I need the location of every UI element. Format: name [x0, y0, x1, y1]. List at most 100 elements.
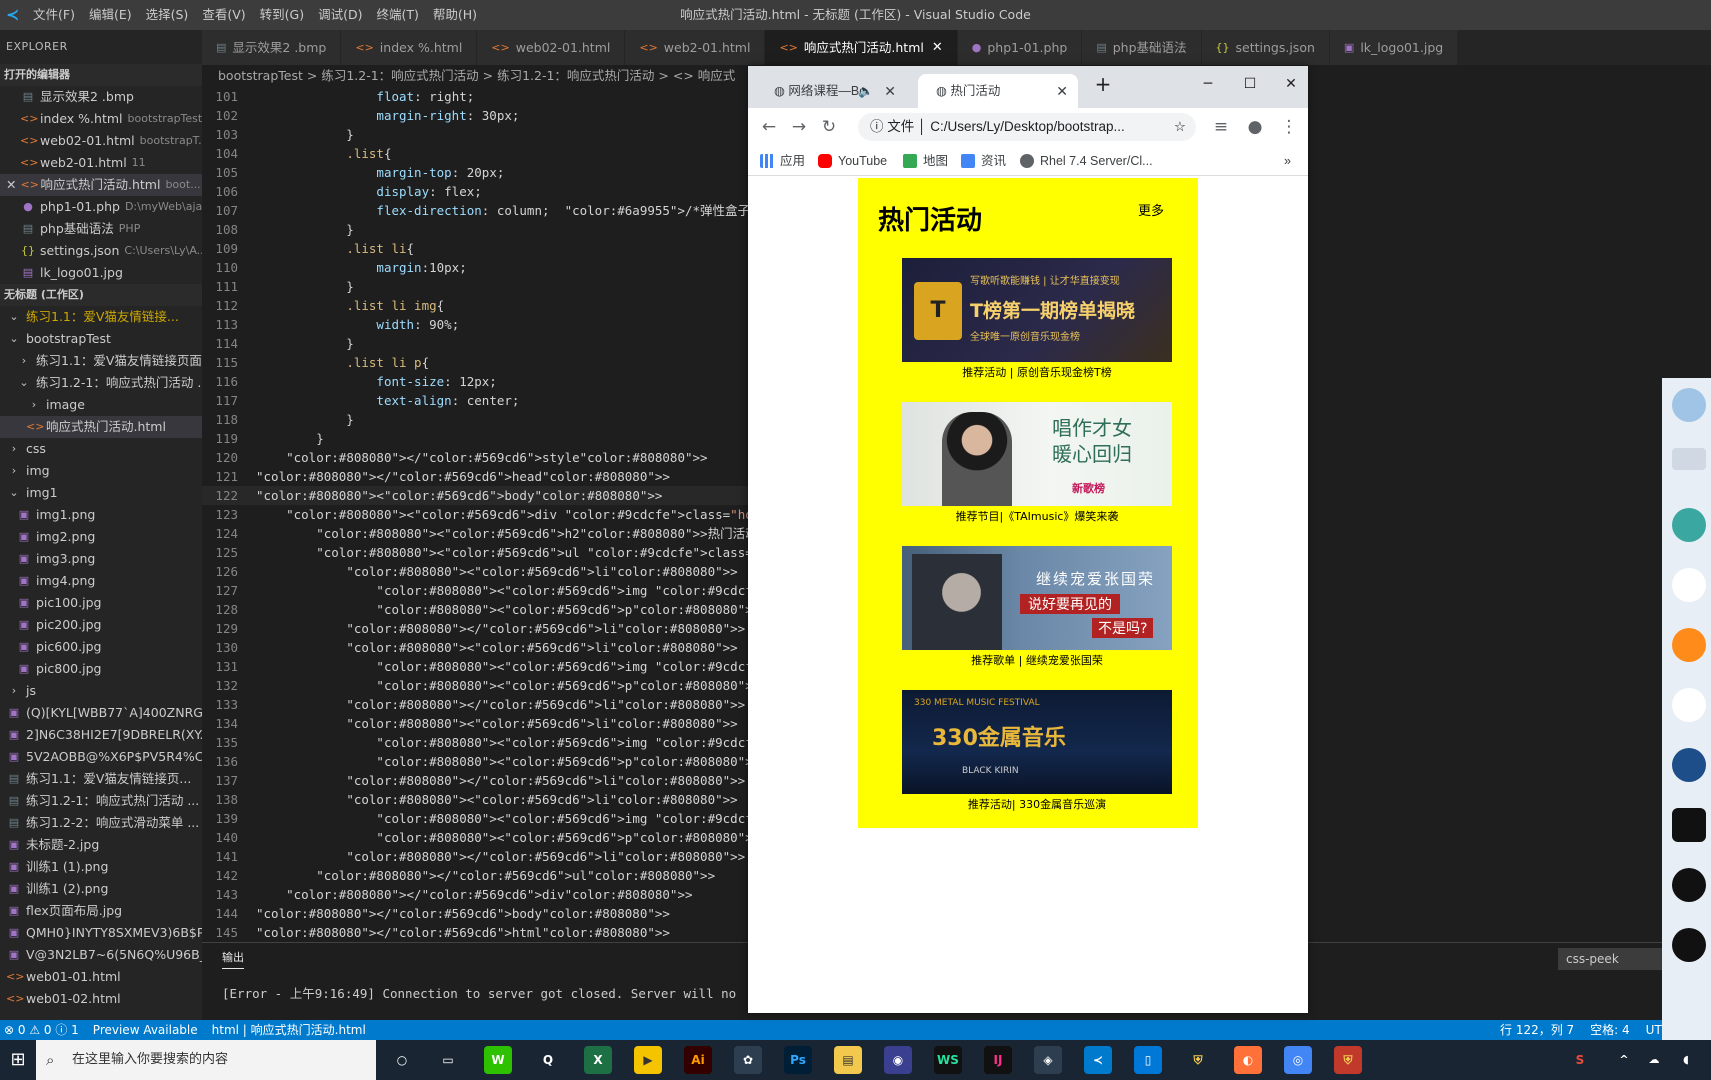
- more-bookmarks-icon[interactable]: »: [1284, 146, 1291, 176]
- code-line[interactable]: 143 "color:#808080"></"color:#569cd6">di…: [202, 885, 750, 904]
- code-line[interactable]: 127 "color:#808080"><"color:#569cd6">img…: [202, 581, 750, 600]
- eclipse-icon[interactable]: ◉: [884, 1046, 912, 1074]
- tree-item[interactable]: ▣ img1.png: [0, 504, 202, 526]
- open-editor-item[interactable]: ▤ php基础语法 PHP: [0, 218, 202, 240]
- app-icon[interactable]: ◈: [1034, 1046, 1062, 1074]
- browser-tab-hot[interactable]: ◍ 热门活动 ✕: [918, 74, 1078, 108]
- address-bar[interactable]: ⓘ 文件 │ C:/Users/Ly/Desktop/bootstrap... …: [858, 113, 1196, 141]
- code-line[interactable]: 117 text-align: center;: [202, 391, 750, 410]
- tree-item[interactable]: ⌄ 练习1.1：爱V猫友情链接...: [0, 306, 202, 328]
- profile-icon[interactable]: ●: [1242, 114, 1268, 140]
- tree-item[interactable]: › image: [0, 394, 202, 416]
- editor-tab[interactable]: ▤ 显示效果2 .bmp: [202, 30, 342, 65]
- tree-item[interactable]: ▣ (Q)[KYL[WBB77`A]400ZNRG....: [0, 702, 202, 724]
- open-editors-section[interactable]: 打开的编辑器: [0, 64, 202, 86]
- app-icon[interactable]: [1672, 928, 1706, 962]
- banner-image[interactable]: T 写歌听歌能赚钱 | 让才华直接变现 T榜第一期榜单揭晓 全球唯一原创音乐现金…: [902, 258, 1172, 362]
- code-line[interactable]: 120 "color:#808080"></"color:#569cd6">st…: [202, 448, 750, 467]
- code-line[interactable]: 133 "color:#808080"></"color:#569cd6">li…: [202, 695, 750, 714]
- app-icon[interactable]: [1672, 868, 1706, 902]
- photoshop-icon[interactable]: Ps: [784, 1046, 812, 1074]
- menu-help[interactable]: 帮助(H): [426, 0, 484, 30]
- editor-tab[interactable]: <> web02-01.html: [477, 30, 626, 65]
- output-tab[interactable]: 输出: [222, 949, 244, 969]
- tree-item[interactable]: ▣ pic800.jpg: [0, 658, 202, 680]
- code-line[interactable]: 139 "color:#808080"><"color:#569cd6">img…: [202, 809, 750, 828]
- player-icon[interactable]: ▶: [634, 1046, 662, 1074]
- vscode-icon[interactable]: ≺: [1084, 1046, 1112, 1074]
- editor-tab[interactable]: {} settings.json: [1201, 30, 1330, 65]
- code-line[interactable]: 121 "color:#808080"></"color:#569cd6">hea…: [202, 467, 750, 486]
- file-explorer-icon[interactable]: ▤: [834, 1046, 862, 1074]
- code-line[interactable]: 104 .list{: [202, 144, 750, 163]
- tree-item[interactable]: ▣ pic600.jpg: [0, 636, 202, 658]
- editor-tab[interactable]: ● php1-01.php: [957, 30, 1083, 65]
- star-icon[interactable]: ☆: [1174, 113, 1186, 141]
- taskbar-search-box[interactable]: ⌕ 在这里输入你要搜索的内容: [36, 1040, 376, 1080]
- speaker-icon[interactable]: [1672, 628, 1706, 662]
- tree-item[interactable]: ⌄ img1: [0, 482, 202, 504]
- close-tab-icon[interactable]: ✕: [1056, 74, 1068, 108]
- reload-button[interactable]: ↻: [816, 114, 842, 140]
- tray-volume-icon[interactable]: ◖: [1672, 1046, 1700, 1074]
- tree-item[interactable]: <> 响应式热门活动.html: [0, 416, 202, 438]
- code-line[interactable]: 134 "color:#808080"><"color:#569cd6">li"…: [202, 714, 750, 733]
- intellij-icon[interactable]: IJ: [984, 1046, 1012, 1074]
- cortana-icon[interactable]: ○: [388, 1046, 416, 1074]
- banner-image[interactable]: 继续宠爱张国荣 说好要再见的 不是吗?: [902, 546, 1172, 650]
- tree-item[interactable]: › css: [0, 438, 202, 460]
- code-line[interactable]: 137 "color:#808080"></"color:#569cd6">li…: [202, 771, 750, 790]
- code-line[interactable]: 102 margin-right: 30px;: [202, 106, 750, 125]
- editor-tab[interactable]: ▤ php基础语法: [1082, 30, 1202, 65]
- indentation-status[interactable]: 空格: 4: [1590, 1020, 1630, 1040]
- problems-indicator[interactable]: ⊗ 0 ⚠ 0 ⓘ 1: [4, 1020, 79, 1040]
- list-item[interactable]: 330 METAL MUSIC FESTIVAL 330金属音乐 BLACK K…: [902, 690, 1172, 812]
- code-line[interactable]: 131 "color:#808080"><"color:#569cd6">img…: [202, 657, 750, 676]
- more-link[interactable]: 更多: [1138, 200, 1164, 219]
- tree-item[interactable]: › js: [0, 680, 202, 702]
- code-line[interactable]: 123 "color:#808080"><"color:#569cd6">div…: [202, 505, 750, 524]
- tree-item[interactable]: ▣ img3.png: [0, 548, 202, 570]
- code-line[interactable]: 125 "color:#808080"><"color:#569cd6">ul …: [202, 543, 750, 562]
- tree-item[interactable]: ▤ 练习1.2-2：响应式滑动菜单 ...: [0, 812, 202, 834]
- tree-item[interactable]: ▣ 训练1 (1).png: [0, 856, 202, 878]
- code-line[interactable]: 101 float: right;: [202, 87, 750, 106]
- code-line[interactable]: 138 "color:#808080"><"color:#569cd6">li"…: [202, 790, 750, 809]
- code-line[interactable]: 109 .list li{: [202, 239, 750, 258]
- chrome-icon[interactable]: ◎: [1284, 1046, 1312, 1074]
- php-app-icon[interactable]: [1672, 748, 1706, 782]
- tree-item[interactable]: ▣ 训练1 (2).png: [0, 878, 202, 900]
- firefox-icon[interactable]: ◐: [1234, 1046, 1262, 1074]
- excel-icon[interactable]: X: [584, 1046, 612, 1074]
- tree-item[interactable]: ▤ 练习1.2-1：响应式热门活动 ...: [0, 790, 202, 812]
- preview-status[interactable]: Preview Available: [93, 1020, 198, 1040]
- code-line[interactable]: 141 "color:#808080"></"color:#569cd6">li…: [202, 847, 750, 866]
- tree-item[interactable]: ▣ flex页面布局.jpg: [0, 900, 202, 922]
- tree-item[interactable]: ▣ V@3N2LB7~6(5N6Q%U96B_...: [0, 944, 202, 966]
- back-button[interactable]: ←: [756, 114, 782, 140]
- code-line[interactable]: 122 "color:#808080"><"color:#569cd6">body…: [202, 486, 750, 505]
- list-item[interactable]: T 写歌听歌能赚钱 | 让才华直接变现 T榜第一期榜单揭晓 全球唯一原创音乐现金…: [902, 258, 1172, 380]
- tree-item[interactable]: › img: [0, 460, 202, 482]
- editor-tab[interactable]: <> index %.html: [341, 30, 478, 65]
- minimize-button[interactable]: ─: [1193, 76, 1223, 100]
- qq-icon[interactable]: Q: [534, 1046, 562, 1074]
- code-line[interactable]: 112 .list li img{: [202, 296, 750, 315]
- language-status[interactable]: html | 响应式热门活动.html: [212, 1020, 366, 1040]
- bookmark-rhel[interactable]: Rhel 7.4 Server/Cl...: [1020, 146, 1153, 176]
- phone-app-icon[interactable]: ▯: [1134, 1046, 1162, 1074]
- code-line[interactable]: 118 }: [202, 410, 750, 429]
- tree-item[interactable]: ▣ 2]N6C38HI2E7[9DBRELR(XY....: [0, 724, 202, 746]
- code-line[interactable]: 107 flex-direction: column; "color:#6a99…: [202, 201, 750, 220]
- code-line[interactable]: 140 "color:#808080"><"color:#569cd6">p"c…: [202, 828, 750, 847]
- close-icon[interactable]: ✕: [6, 174, 16, 196]
- tree-item[interactable]: ▣ 5V2AOBB@%X6P$PV5R4%C...: [0, 746, 202, 768]
- code-line[interactable]: 116 font-size: 12px;: [202, 372, 750, 391]
- webstorm-icon[interactable]: WS: [934, 1046, 962, 1074]
- code-line[interactable]: 113 width: 90%;: [202, 315, 750, 334]
- open-editor-item[interactable]: <> web02-01.html bootstrapT...: [0, 130, 202, 152]
- menu-edit[interactable]: 编辑(E): [82, 0, 139, 30]
- app-icon[interactable]: ✿: [734, 1046, 762, 1074]
- tree-item[interactable]: ▣ pic200.jpg: [0, 614, 202, 636]
- code-line[interactable]: 105 margin-top: 20px;: [202, 163, 750, 182]
